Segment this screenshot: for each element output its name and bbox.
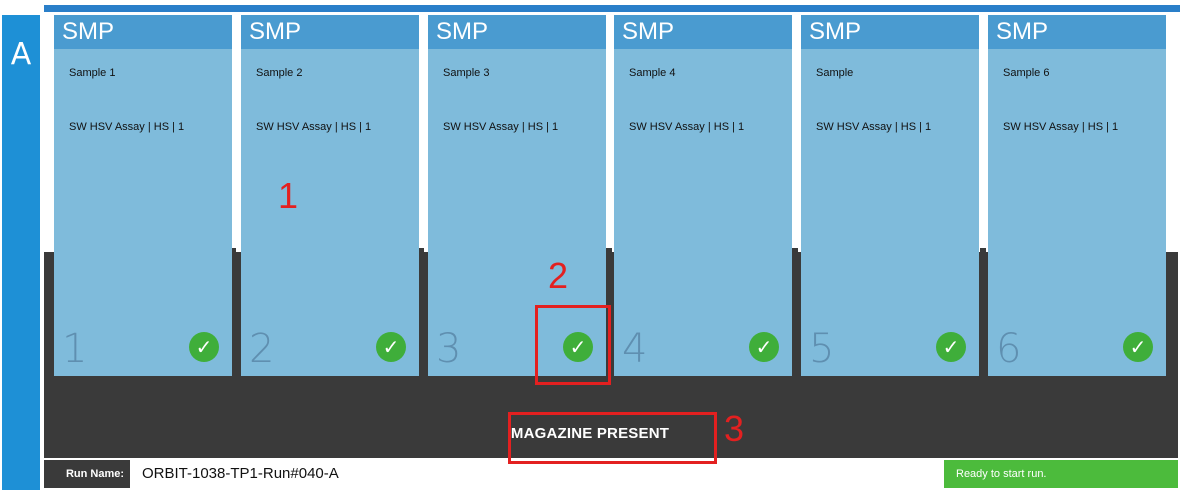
position-number: 1 — [62, 326, 88, 372]
assay-label: SW HSV Assay | HS | 1 — [256, 121, 372, 133]
bay-indicator: A — [2, 15, 40, 490]
sample-name: Sample 1 — [69, 67, 116, 79]
annotation-label: 3 — [724, 408, 745, 449]
sample-card-4[interactable]: SMP Sample 4 SW HSV Assay | HS | 1 4 ✓ — [614, 15, 792, 376]
position-number: 2 — [249, 326, 275, 372]
sample-name: Sample 4 — [629, 67, 676, 79]
card-header: SMP — [988, 15, 1166, 49]
position-number: 4 — [622, 326, 648, 372]
sample-card-5[interactable]: SMP Sample SW HSV Assay | HS | 1 5 ✓ — [801, 15, 979, 376]
slot-divider — [980, 248, 986, 378]
run-bar: Run Name: ORBIT-1038-TP1-Run#040-A Ready… — [44, 460, 1178, 488]
annotation-label: 2 — [548, 255, 569, 296]
annotation-box — [535, 305, 611, 385]
position-number: 5 — [809, 326, 835, 372]
instrument-screen: A SMP Sample 1 SW HSV Assay | HS | 1 1 ✓… — [0, 0, 1180, 490]
assay-label: SW HSV Assay | HS | 1 — [629, 121, 745, 133]
sample-name: Sample — [816, 67, 854, 79]
card-header: SMP — [801, 15, 979, 49]
card-header: SMP — [241, 15, 419, 49]
sample-card-6[interactable]: SMP Sample 6 SW HSV Assay | HS | 1 6 ✓ — [988, 15, 1166, 376]
assay-label: SW HSV Assay | HS | 1 — [69, 121, 185, 133]
card-header: SMP — [54, 15, 232, 49]
check-circle-icon: ✓ — [1123, 332, 1153, 362]
check-circle-icon: ✓ — [189, 332, 219, 362]
slot-divider — [792, 248, 798, 378]
card-header: SMP — [428, 15, 606, 49]
position-number: 3 — [436, 326, 462, 372]
check-circle-icon: ✓ — [376, 332, 406, 362]
check-circle-icon: ✓ — [936, 332, 966, 362]
bay-letter: A — [10, 37, 32, 72]
annotation-box — [508, 412, 717, 464]
run-name-value[interactable]: ORBIT-1038-TP1-Run#040-A — [142, 460, 339, 488]
top-strip — [44, 5, 1180, 12]
sample-name: Sample 6 — [1003, 67, 1050, 79]
run-name-label: Run Name: — [44, 460, 130, 488]
run-status: Ready to start run. — [944, 460, 1178, 488]
card-header: SMP — [614, 15, 792, 49]
sample-card-2[interactable]: SMP Sample 2 SW HSV Assay | HS | 1 2 ✓ — [241, 15, 419, 376]
assay-label: SW HSV Assay | HS | 1 — [1003, 121, 1119, 133]
sample-name: Sample 2 — [256, 67, 303, 79]
assay-label: SW HSV Assay | HS | 1 — [816, 121, 932, 133]
position-number: 6 — [996, 326, 1022, 372]
sample-card-1[interactable]: SMP Sample 1 SW HSV Assay | HS | 1 1 ✓ — [54, 15, 232, 376]
sample-name: Sample 3 — [443, 67, 490, 79]
check-circle-icon: ✓ — [749, 332, 779, 362]
annotation-label: 1 — [278, 175, 299, 216]
assay-label: SW HSV Assay | HS | 1 — [443, 121, 559, 133]
